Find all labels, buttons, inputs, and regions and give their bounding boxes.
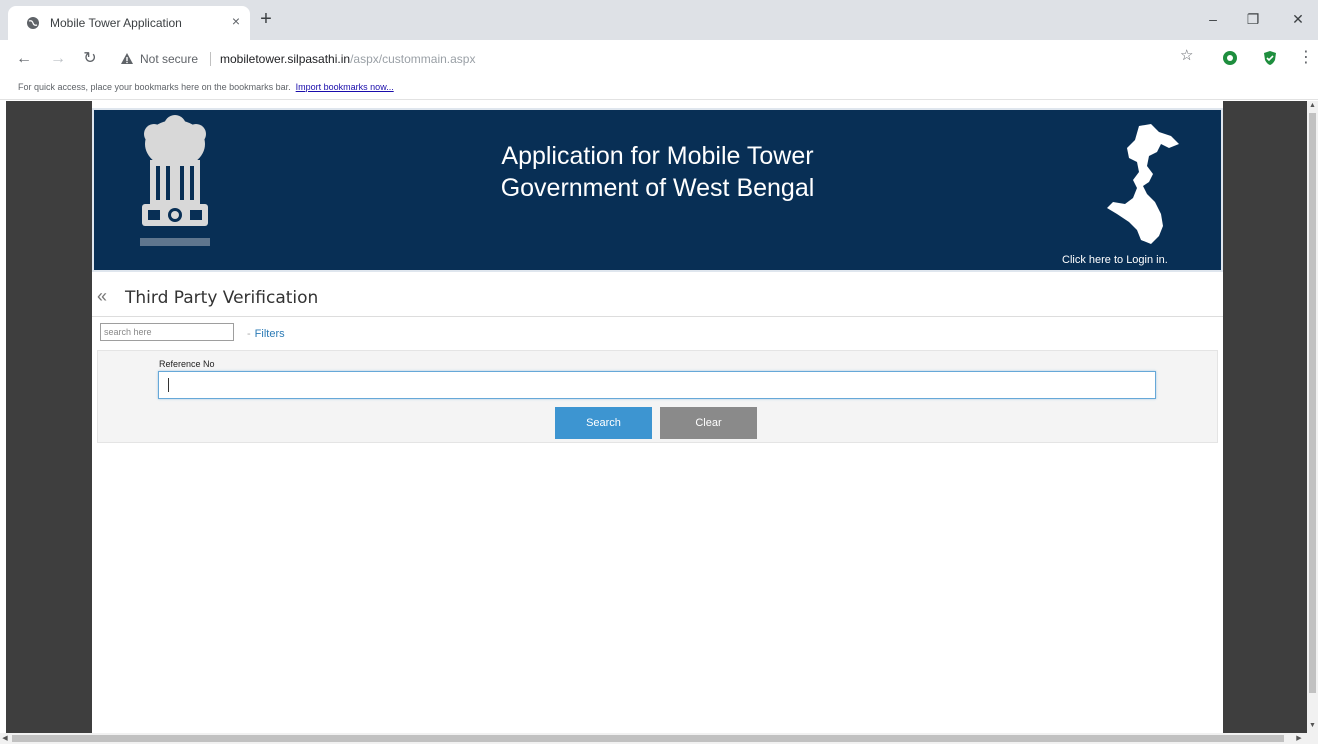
bookmarks-bar: For quick access, place your bookmarks h…: [0, 78, 1318, 100]
browser-tab[interactable]: Mobile Tower Application ×: [8, 6, 250, 40]
warning-icon: [121, 53, 133, 64]
right-gutter: [1223, 101, 1307, 733]
filters-dash: -: [247, 328, 251, 340]
reference-no-label: Reference No: [159, 359, 215, 369]
import-bookmarks-link[interactable]: Import bookmarks now...: [296, 82, 394, 92]
url-text: mobiletower.silpasathi.in/aspx/custommai…: [220, 52, 475, 66]
scroll-left-arrow-icon[interactable]: ◀: [0, 733, 10, 744]
banner-title-line2: Government of West Bengal: [500, 174, 815, 202]
scroll-right-arrow-icon[interactable]: ▶: [1294, 733, 1304, 744]
scroll-down-arrow-icon[interactable]: ▼: [1307, 721, 1318, 731]
banner-title-line1: Application for Mobile Tower: [501, 142, 814, 170]
url-host: mobiletower.silpasathi.in: [220, 52, 351, 66]
horizontal-scroll-thumb[interactable]: [12, 735, 1284, 742]
header-banner: Application for Mobile Tower Government …: [92, 108, 1223, 272]
tab-title: Mobile Tower Application: [50, 16, 182, 30]
reference-no-input[interactable]: [158, 371, 1156, 399]
search-button[interactable]: Search: [555, 407, 652, 439]
window-close-icon[interactable]: ✕: [1283, 8, 1313, 30]
minimize-icon[interactable]: –: [1198, 8, 1228, 30]
not-secure-label: Not secure: [140, 52, 199, 66]
restore-icon[interactable]: ❐: [1238, 8, 1268, 30]
west-bengal-map-icon: [1107, 124, 1179, 244]
globe-icon: [27, 17, 39, 29]
quick-search-input[interactable]: [100, 323, 234, 341]
search-form-panel: Reference No Search Clear: [97, 350, 1218, 443]
vertical-scroll-thumb[interactable]: [1309, 113, 1316, 693]
forward-arrow-icon[interactable]: →: [48, 49, 68, 69]
extension-shield-icon[interactable]: [1222, 50, 1238, 66]
adblock-shield-icon[interactable]: [1262, 50, 1278, 66]
horizontal-scrollbar[interactable]: ◀ ▶: [0, 733, 1318, 744]
page-title: Third Party Verification: [125, 288, 319, 308]
scroll-up-arrow-icon[interactable]: ▲: [1307, 101, 1318, 111]
browser-toolbar: ← → ↻ Not secure mobiletower.silpasathi.…: [0, 40, 1318, 78]
kebab-menu-icon[interactable]: ⋮: [1298, 48, 1314, 68]
browser-tab-strip: Mobile Tower Application × + – ❐ ✕: [0, 0, 1318, 40]
text-caret: [168, 378, 169, 392]
login-link[interactable]: Click here to Login in.: [1062, 254, 1168, 266]
bookmarks-hint: For quick access, place your bookmarks h…: [18, 82, 394, 92]
filters-toggle[interactable]: - Filters: [247, 328, 285, 340]
clear-button[interactable]: Clear: [660, 407, 757, 439]
filters-label: Filters: [254, 328, 285, 340]
back-arrow-icon[interactable]: ←: [14, 49, 34, 69]
main-content: « Third Party Verification -Filters Refe…: [92, 278, 1223, 733]
reload-icon[interactable]: ↻: [80, 49, 100, 69]
tab-close-icon[interactable]: ×: [228, 13, 244, 29]
page-header: « Third Party Verification: [92, 278, 1223, 317]
left-gutter: [6, 101, 92, 733]
url-path: /aspx/custommain.aspx: [350, 52, 476, 66]
address-bar[interactable]: Not secure mobiletower.silpasathi.in/asp…: [112, 46, 1210, 72]
vertical-scrollbar[interactable]: ▲ ▼: [1307, 101, 1318, 733]
collapse-menu-icon[interactable]: «: [97, 287, 115, 305]
address-separator: [210, 52, 211, 66]
bookmark-star-icon[interactable]: ☆: [1180, 48, 1196, 64]
bookmarks-hint-text: For quick access, place your bookmarks h…: [18, 82, 291, 92]
banner-title: Application for Mobile Tower Government …: [94, 140, 1221, 204]
page-viewport: Application for Mobile Tower Government …: [0, 101, 1318, 744]
new-tab-icon[interactable]: +: [256, 9, 276, 30]
